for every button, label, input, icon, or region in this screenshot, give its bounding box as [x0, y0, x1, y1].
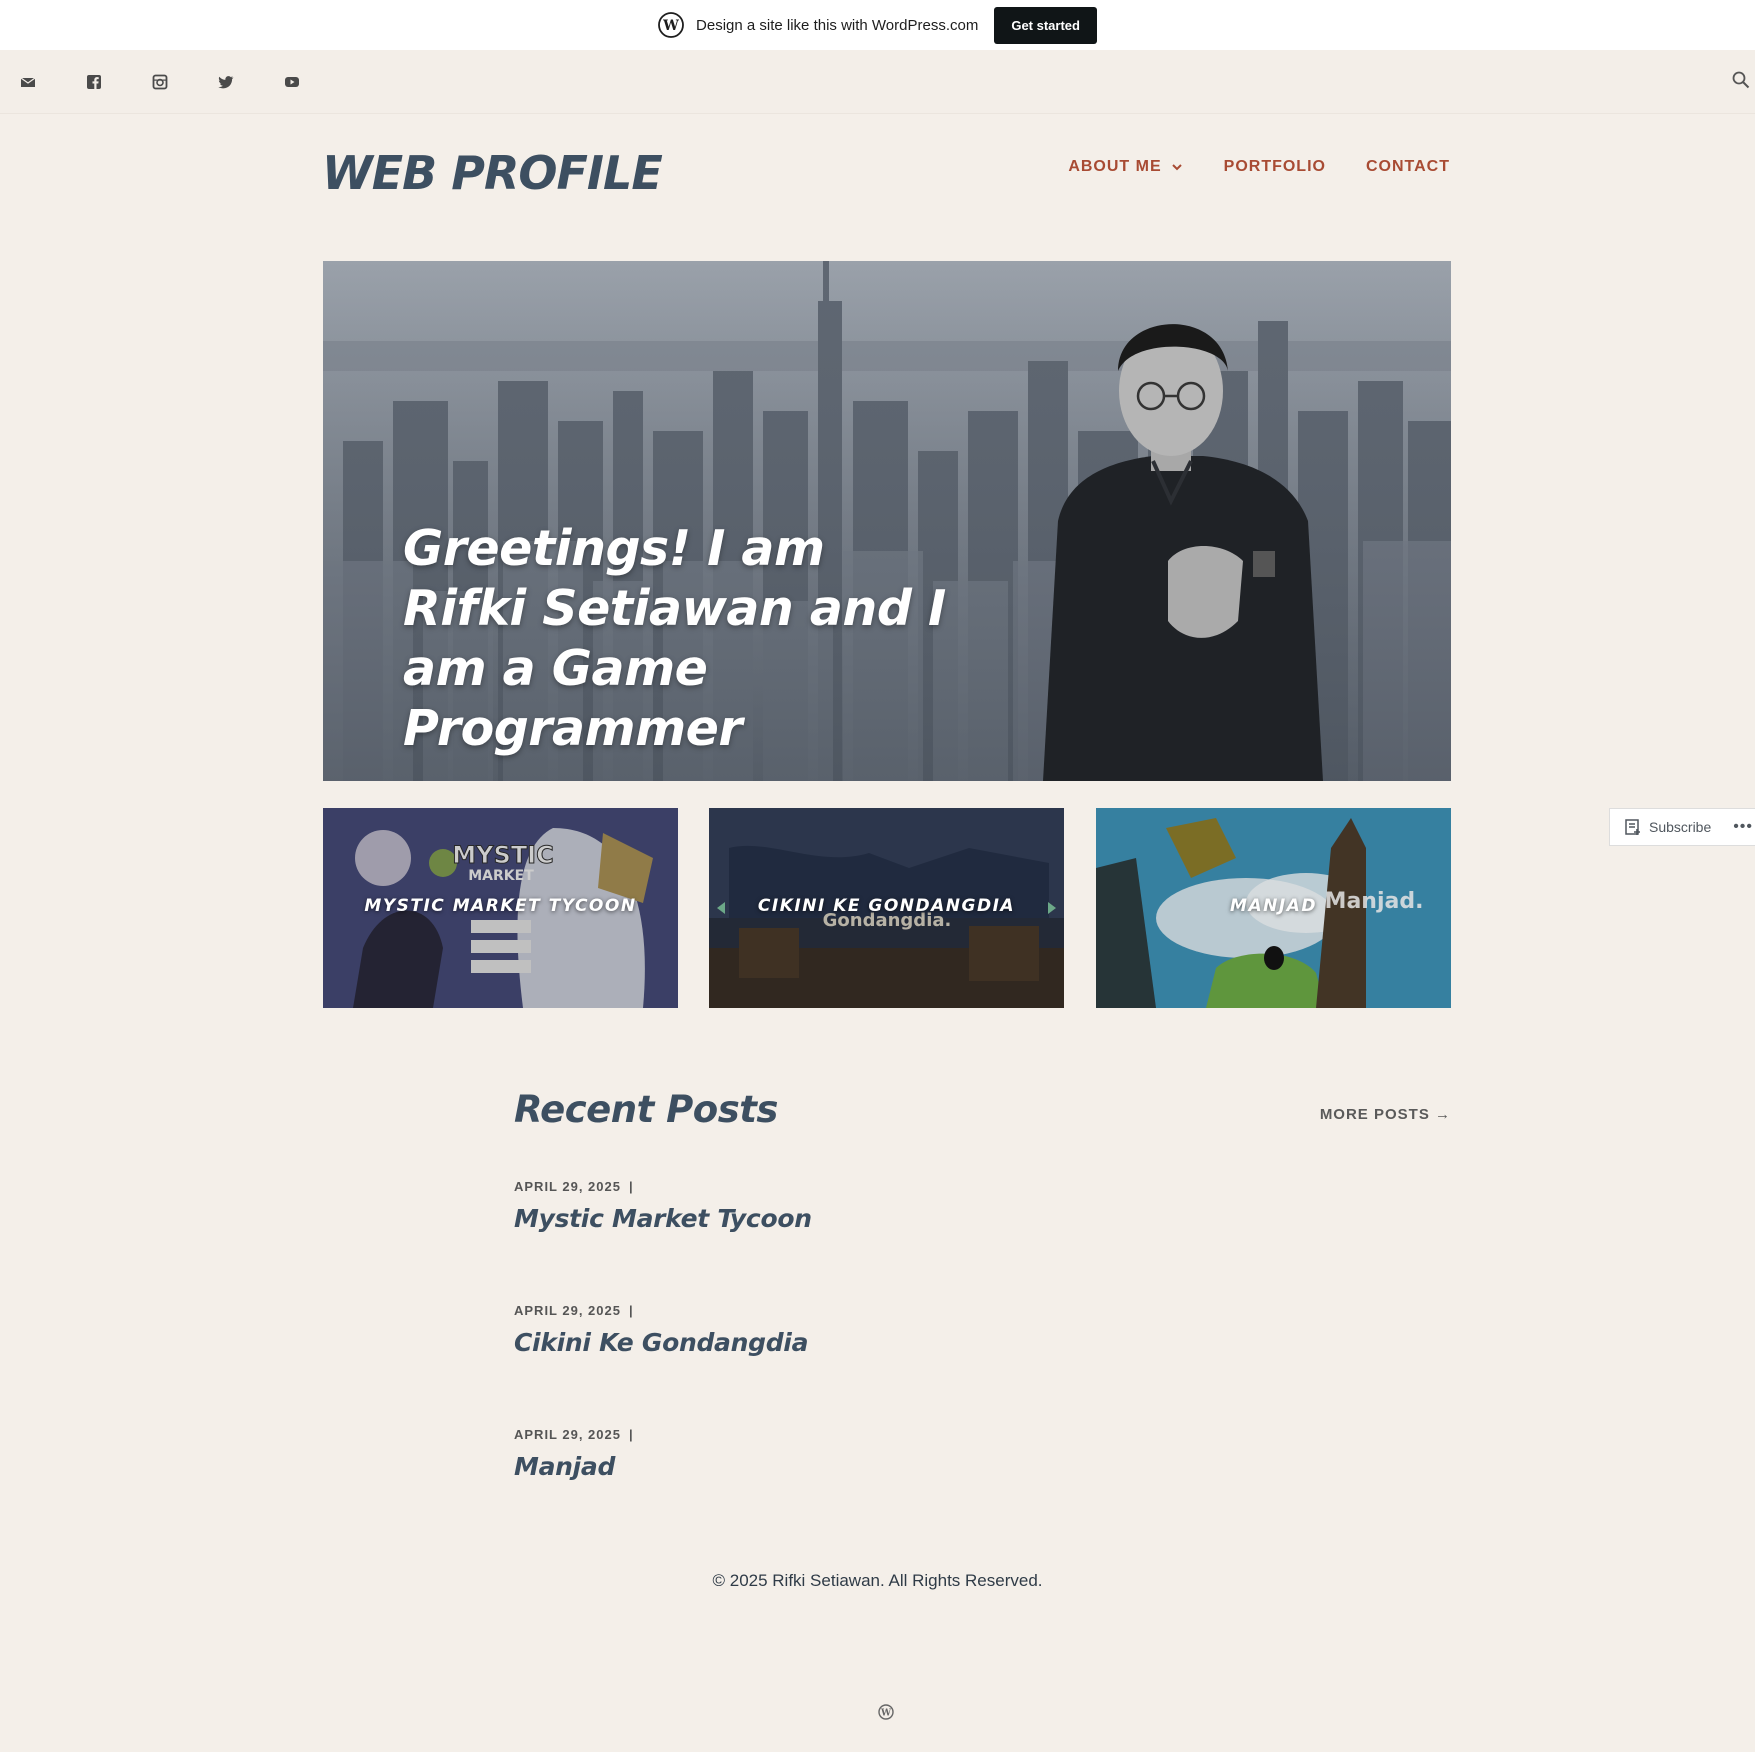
- subscribe-widget[interactable]: Subscribe •••: [1609, 808, 1755, 846]
- post-date: APRIL 29, 2025: [514, 1179, 621, 1194]
- nav-portfolio[interactable]: PORTFOLIO: [1224, 158, 1326, 176]
- nav-about-me-label: ABOUT ME: [1068, 158, 1162, 175]
- svg-text:W: W: [880, 1709, 892, 1719]
- post-date: APRIL 29, 2025: [514, 1427, 621, 1442]
- post-title[interactable]: Manjad: [514, 1452, 634, 1481]
- post-title[interactable]: Mystic Market Tycoon: [514, 1204, 812, 1233]
- facebook-icon[interactable]: [86, 74, 102, 90]
- more-options-icon[interactable]: •••: [1733, 818, 1753, 836]
- post-item: APRIL 29, 2025 | Manjad: [514, 1427, 634, 1481]
- post-date: APRIL 29, 2025: [514, 1303, 621, 1318]
- portfolio-tile-mystic-market-tycoon[interactable]: MYSTIC MARKET MYSTIC MARKET TYCOON: [323, 808, 678, 1008]
- hero-title: Greetings! I am Rifki Setiawan and I am …: [403, 520, 946, 757]
- youtube-icon[interactable]: [284, 74, 300, 90]
- portfolio-tile-manjad[interactable]: Manjad. MANJAD: [1096, 808, 1451, 1008]
- nav-contact[interactable]: CONTACT: [1366, 158, 1450, 176]
- recent-posts-title: Recent Posts: [514, 1088, 778, 1131]
- social-bar: [0, 50, 1755, 114]
- portfolio-grid: MYSTIC MARKET MYSTIC MARKET TYCOON Gonda…: [323, 808, 1451, 1008]
- main-navigation: ABOUT ME PORTFOLIO CONTACT: [1028, 158, 1450, 176]
- wordpress-banner-text: Design a site like this with WordPress.c…: [696, 16, 979, 34]
- wordpress-footer-icon[interactable]: W: [878, 1704, 894, 1720]
- chevron-down-icon: [1171, 164, 1182, 171]
- twitter-icon[interactable]: [218, 74, 234, 90]
- post-title[interactable]: Cikini Ke Gondangdia: [514, 1328, 808, 1357]
- nav-about-me[interactable]: ABOUT ME: [1068, 158, 1183, 176]
- wordpress-banner: W Design a site like this with WordPress…: [0, 0, 1755, 50]
- footer-copyright: © 2025 Rifki Setiawan. All Rights Reserv…: [712, 1571, 1043, 1590]
- tile-label: MANJAD: [1230, 896, 1317, 916]
- svg-text:W: W: [662, 18, 679, 34]
- portfolio-tile-cikini-ke-gondangdia[interactable]: Gondangdia. CIKINI KE GONDANGDIA: [709, 808, 1064, 1008]
- instagram-icon[interactable]: [152, 74, 168, 90]
- post-item: APRIL 29, 2025 | Mystic Market Tycoon: [514, 1179, 812, 1233]
- mail-icon[interactable]: [20, 74, 36, 90]
- post-item: APRIL 29, 2025 | Cikini Ke Gondangdia: [514, 1303, 809, 1357]
- wordpress-logo-icon[interactable]: W: [658, 12, 684, 38]
- reader-icon: [1625, 819, 1640, 835]
- get-started-button[interactable]: Get started: [994, 6, 1097, 44]
- tile-label: CIKINI KE GONDANGDIA: [757, 896, 1016, 916]
- subscribe-label: Subscribe: [1649, 819, 1712, 835]
- more-posts-link[interactable]: MORE POSTS →: [1320, 1106, 1451, 1123]
- site-title[interactable]: WEB PROFILE: [322, 146, 663, 200]
- search-icon[interactable]: [1731, 70, 1751, 90]
- hero-banner: Greetings! I am Rifki Setiawan and I am …: [323, 261, 1451, 781]
- tile-label: MYSTIC MARKET TYCOON: [364, 896, 637, 916]
